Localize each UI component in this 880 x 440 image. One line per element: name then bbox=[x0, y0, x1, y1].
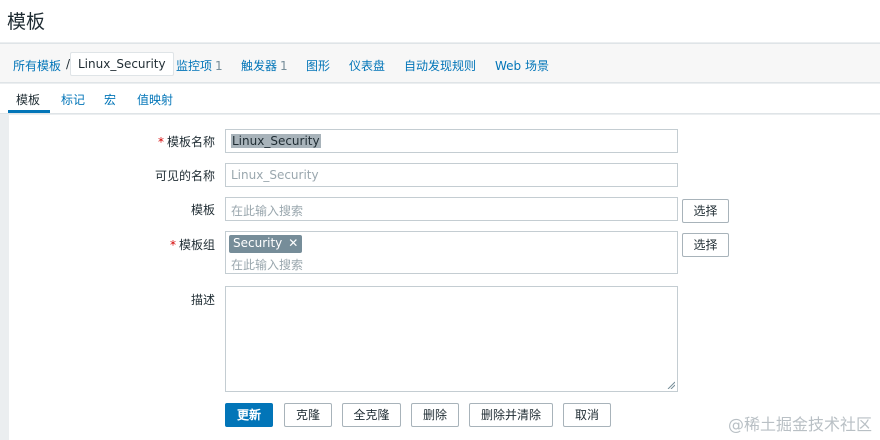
template-form: * 模板名称 Linux_Security 可见的名称 Linux_Securit… bbox=[9, 115, 880, 440]
nav-items-link[interactable]: 监控项 1 bbox=[176, 57, 223, 74]
breadcrumb-current-template[interactable]: Linux_Security bbox=[70, 52, 174, 76]
visible-name-input[interactable]: Linux_Security bbox=[225, 163, 678, 187]
delete-and-clear-button[interactable]: 删除并清除 bbox=[469, 403, 553, 427]
required-marker: * bbox=[157, 135, 164, 149]
active-tab-indicator bbox=[8, 110, 50, 113]
template-navbar: 所有模板 / Linux_Security 监控项 1 触发器 1 图形 仪表盘 自… bbox=[0, 43, 880, 83]
tab-macros[interactable]: 宏 bbox=[104, 91, 116, 108]
full-clone-button[interactable]: 全克隆 bbox=[342, 403, 401, 427]
template-name-label: * 模板名称 bbox=[157, 135, 215, 149]
nav-triggers-link[interactable]: 触发器 1 bbox=[241, 57, 288, 74]
group-chip-label: Security bbox=[233, 236, 283, 250]
tab-tags[interactable]: 标记 bbox=[61, 91, 85, 108]
nav-triggers-count: 1 bbox=[280, 59, 288, 73]
templates-label: 模板 bbox=[190, 203, 215, 217]
nav-web-scenarios-link[interactable]: Web 场景 bbox=[495, 57, 549, 74]
resize-handle-icon[interactable] bbox=[667, 381, 675, 389]
templates-search-input[interactable]: 在此输入搜索 bbox=[225, 197, 678, 221]
cancel-button[interactable]: 取消 bbox=[563, 403, 611, 427]
templates-select-button[interactable]: 选择 bbox=[682, 199, 729, 223]
delete-button[interactable]: 删除 bbox=[411, 403, 459, 427]
nav-discovery-rules-link[interactable]: 自动发现规则 bbox=[404, 57, 476, 74]
templates-placeholder: 在此输入搜索 bbox=[231, 204, 304, 218]
template-groups-label: * 模板组 bbox=[169, 238, 215, 252]
template-name-value: Linux_Security bbox=[231, 134, 321, 148]
template-groups-multiselect[interactable]: Security ✕ 在此输入搜索 bbox=[225, 231, 678, 274]
required-marker: * bbox=[169, 238, 176, 252]
nav-triggers-label: 触发器 bbox=[241, 59, 278, 73]
page-title: 模板 bbox=[7, 11, 46, 33]
update-button[interactable]: 更新 bbox=[225, 403, 273, 427]
template-name-input[interactable]: Linux_Security bbox=[225, 129, 678, 153]
template-groups-select-button[interactable]: 选择 bbox=[682, 233, 729, 257]
template-groups-search[interactable]: 在此输入搜索 bbox=[231, 256, 303, 273]
visible-name-label: 可见的名称 bbox=[154, 169, 215, 183]
nav-items-label: 监控项 bbox=[176, 59, 213, 73]
clone-button[interactable]: 克隆 bbox=[284, 403, 332, 427]
chip-remove-icon[interactable]: ✕ bbox=[288, 236, 298, 250]
group-chip-security: Security ✕ bbox=[229, 235, 303, 253]
nav-dashboards-link[interactable]: 仪表盘 bbox=[349, 57, 385, 74]
form-tabs: 模板 标记 宏 值映射 bbox=[0, 84, 880, 114]
visible-name-placeholder: Linux_Security bbox=[231, 168, 319, 182]
nav-graphs-link[interactable]: 图形 bbox=[306, 57, 330, 74]
watermark-text: @稀土掘金技术社区 bbox=[727, 415, 872, 434]
tab-template[interactable]: 模板 bbox=[16, 91, 40, 108]
description-label: 描述 bbox=[190, 293, 215, 307]
nav-items-count: 1 bbox=[215, 59, 223, 73]
breadcrumb-all-templates[interactable]: 所有模板 bbox=[13, 57, 61, 74]
page-header: 模板 bbox=[0, 0, 880, 42]
description-textarea[interactable] bbox=[225, 286, 678, 392]
tab-value-mapping[interactable]: 值映射 bbox=[137, 91, 173, 108]
